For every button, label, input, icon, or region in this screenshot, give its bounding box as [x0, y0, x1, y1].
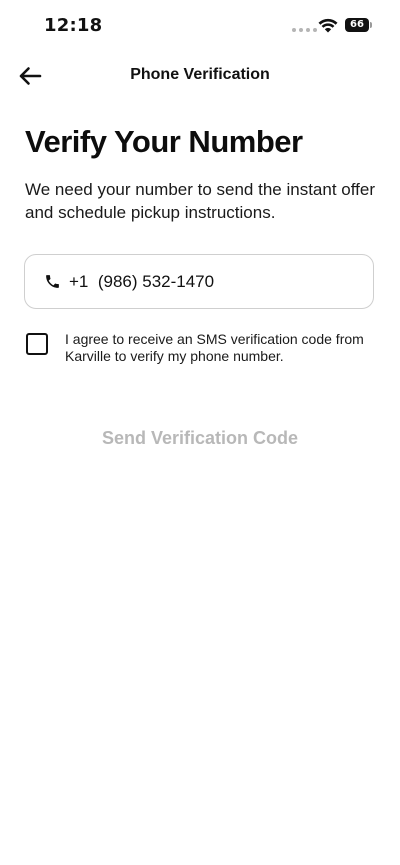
consent-text: I agree to receive an SMS verification c…: [65, 331, 364, 364]
header: Phone Verification: [0, 54, 400, 98]
page-description: We need your number to send the instant …: [25, 180, 375, 222]
phone-icon: [43, 273, 61, 291]
status-time: 12:18: [44, 15, 103, 36]
signal-dots-icon: [292, 28, 317, 32]
wifi-icon: [318, 18, 338, 33]
battery-tip: [370, 22, 372, 28]
page-title: Verify Your Number: [25, 124, 303, 159]
phone-input[interactable]: [69, 271, 339, 292]
consent-checkbox[interactable]: [26, 333, 48, 355]
status-bar: 12:18 66: [0, 0, 400, 54]
header-title: Phone Verification: [130, 66, 270, 83]
send-verification-code-button[interactable]: Send Verification Code: [0, 428, 400, 449]
consent-row: I agree to receive an SMS verification c…: [26, 331, 366, 365]
phone-field[interactable]: [24, 254, 374, 309]
battery-indicator: 66: [345, 18, 369, 32]
